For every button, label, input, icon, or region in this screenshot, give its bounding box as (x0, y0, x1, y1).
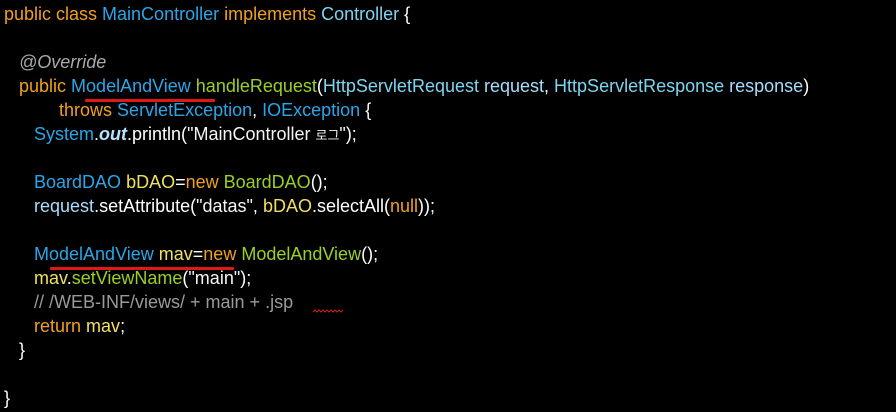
code-token: bDAO (121, 172, 176, 192)
code-line[interactable]: BoardDAO bDAO=new BoardDAO(); (4, 170, 328, 194)
code-token: ); (345, 124, 357, 144)
spelling-squiggle (313, 309, 343, 313)
code-token: = (175, 172, 186, 192)
code-token: ServletException (117, 100, 253, 120)
code-token: request (478, 76, 545, 96)
code-line[interactable]: // /WEB-INF/views/ + main + .jsp (4, 290, 293, 314)
code-token: .println( (127, 124, 188, 144)
code-line[interactable]: } (4, 338, 25, 362)
code-token: public class (4, 4, 103, 24)
code-token: BoardDAO (223, 172, 311, 192)
code-line[interactable]: public class MainController implements C… (4, 2, 410, 26)
code-token: ModelAndView (241, 244, 362, 264)
code-token: handleRequest (190, 76, 317, 96)
code-line[interactable]: } (4, 386, 10, 410)
code-token: IOException (262, 100, 361, 120)
code-token: "main" (188, 268, 241, 288)
code-token: BoardDAO (34, 172, 122, 192)
code-token: .selectAll( (311, 196, 390, 216)
code-line[interactable]: request.setAttribute("datas", bDAO.selec… (4, 194, 435, 218)
code-token: new (185, 172, 224, 192)
code-token: bDAO (262, 196, 312, 216)
code-token: // /WEB-INF/views/ + main + .jsp (34, 292, 294, 312)
code-token: { (399, 4, 411, 24)
code-token: throws (59, 100, 118, 120)
code-editor[interactable]: public class MainController implements C… (0, 0, 896, 412)
code-token: mav (86, 316, 121, 336)
code-token: , (252, 100, 263, 120)
code-token: (); (361, 244, 379, 264)
code-token: ModelAndView (71, 76, 191, 96)
code-token: implements (219, 4, 322, 24)
code-token: "MainController (187, 124, 316, 144)
code-token: request (34, 196, 95, 216)
code-token: = (192, 244, 204, 264)
code-token: @Override (19, 52, 107, 72)
code-token: ) (803, 76, 810, 96)
code-token: , (544, 76, 555, 96)
code-token: ; (120, 316, 126, 336)
code-token: response (724, 76, 804, 96)
code-token: HttpServletResponse (554, 76, 725, 96)
code-token: 로그 (315, 129, 340, 144)
code-line[interactable]: return mav; (4, 314, 125, 338)
code-line[interactable]: @Override (4, 50, 106, 74)
code-token: "datas" (196, 196, 253, 216)
code-token: { (360, 100, 372, 120)
code-token: , (252, 196, 263, 216)
code-token: setViewName (71, 268, 183, 288)
red-underline-modelandview-mav (50, 267, 234, 270)
code-token: mav (34, 268, 67, 288)
code-token: out (99, 124, 128, 144)
code-token: } (4, 340, 26, 360)
code-token: return (34, 316, 87, 336)
code-token: ); (240, 268, 252, 288)
code-token: public (19, 76, 72, 96)
code-line[interactable]: System.out.println("MainController 로그"); (4, 122, 357, 146)
code-token: MainController (102, 4, 220, 24)
code-token: HttpServletRequest (322, 76, 479, 96)
code-token: Controller (321, 4, 400, 24)
code-token: new (203, 244, 242, 264)
code-token: mav (153, 244, 193, 264)
red-underline-modelandview-return-type (85, 99, 215, 102)
code-line[interactable]: public ModelAndView handleRequest(HttpSe… (4, 74, 809, 98)
code-line[interactable]: ModelAndView mav=new ModelAndView(); (4, 242, 378, 266)
code-token: null (390, 196, 419, 216)
code-token: System (34, 124, 95, 144)
code-token: } (4, 388, 11, 408)
code-token: .setAttribute( (94, 196, 197, 216)
code-token: )); (418, 196, 436, 216)
code-token: ModelAndView (34, 244, 154, 264)
code-token: (); (310, 172, 328, 192)
